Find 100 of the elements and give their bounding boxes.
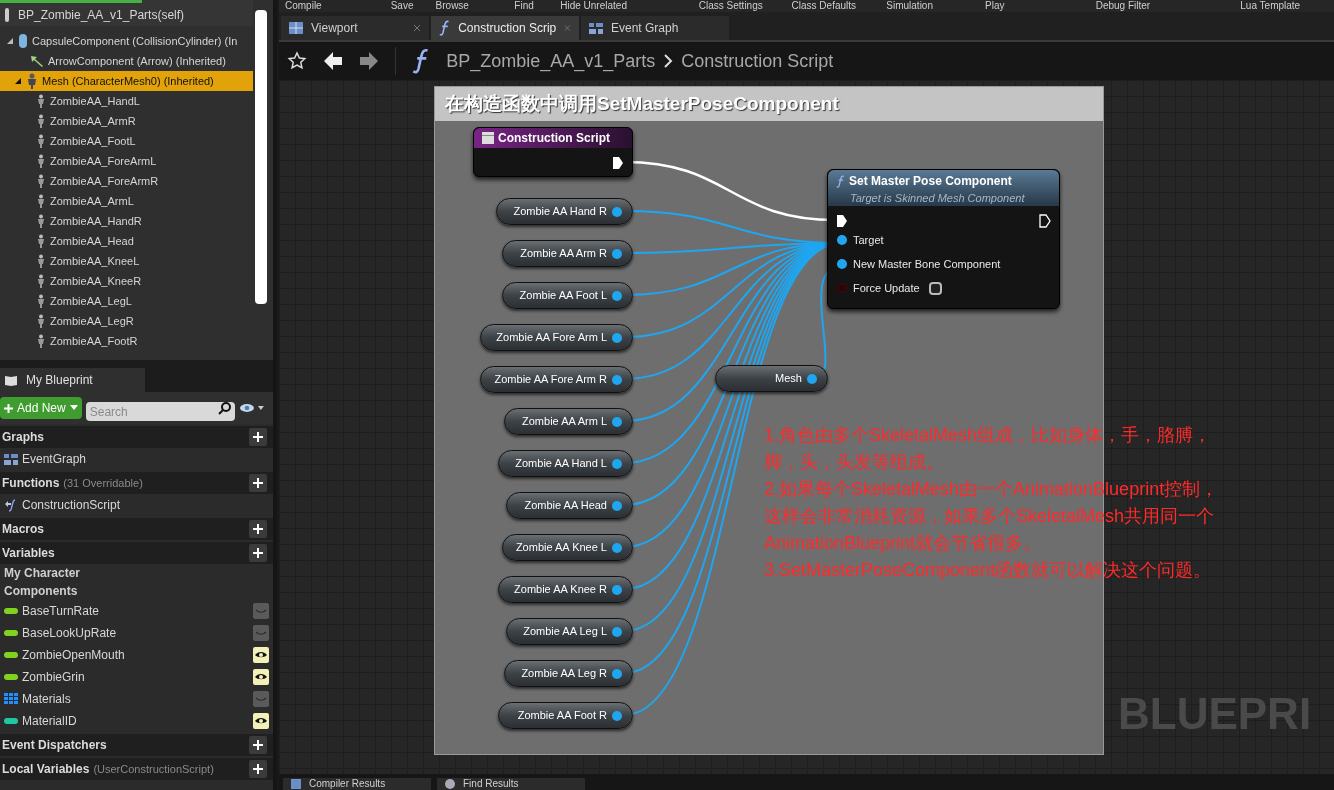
forward-arrow-icon[interactable] bbox=[359, 51, 379, 71]
pin-icon[interactable] bbox=[612, 626, 622, 637]
eye-icon[interactable] bbox=[239, 402, 265, 414]
toolbar-button[interactable]: Play bbox=[979, 1, 1090, 11]
panel-tab[interactable]: Find Results bbox=[437, 778, 585, 790]
toolbar-button[interactable]: Find bbox=[508, 1, 555, 11]
toolbar-button[interactable]: Class Defaults bbox=[785, 1, 881, 11]
section-header[interactable]: Macros bbox=[0, 518, 273, 540]
panel-tab[interactable]: My Blueprint bbox=[0, 368, 145, 392]
section-header[interactable]: Variables bbox=[0, 542, 273, 564]
toolbar-button[interactable]: Debug Filter bbox=[1089, 1, 1235, 11]
graph-canvas[interactable] bbox=[279, 80, 1334, 774]
pin-icon[interactable] bbox=[612, 290, 622, 301]
tree-item[interactable]: ZombieAA_LegL bbox=[0, 291, 253, 311]
expanded-arrow-icon[interactable] bbox=[6, 37, 14, 45]
eye-icon[interactable] bbox=[253, 647, 269, 663]
exec-pin-icon[interactable] bbox=[612, 156, 624, 170]
pin-icon[interactable] bbox=[837, 259, 847, 269]
eye-icon[interactable] bbox=[253, 713, 269, 729]
category-label: My Character bbox=[3, 565, 82, 582]
toolbar-button[interactable]: Browse bbox=[429, 1, 509, 11]
toolbar-button[interactable]: Class Settings bbox=[692, 1, 786, 11]
pin-icon[interactable] bbox=[612, 668, 622, 679]
tree-item[interactable]: ZombieAA_HandR bbox=[0, 211, 253, 231]
variable-item[interactable]: BaseLookUpRate bbox=[0, 622, 273, 644]
variable-node: Mesh bbox=[715, 365, 828, 392]
star-icon[interactable] bbox=[287, 51, 307, 71]
breadcrumb-item[interactable]: Construction Script bbox=[681, 47, 834, 75]
pin-icon[interactable] bbox=[807, 373, 817, 384]
tree-item[interactable]: ZombieAA_FootL bbox=[0, 131, 253, 151]
add-new-button[interactable]: Add New bbox=[0, 397, 82, 419]
graph-icon bbox=[4, 453, 18, 465]
close-icon[interactable] bbox=[413, 24, 421, 32]
plus-icon[interactable] bbox=[249, 520, 267, 538]
pin-icon[interactable] bbox=[612, 542, 622, 553]
capsule-icon bbox=[18, 33, 28, 49]
pin-icon[interactable] bbox=[612, 458, 622, 469]
toolbar-button[interactable]: Lua Template bbox=[1234, 1, 1334, 11]
caret-icon bbox=[69, 405, 78, 411]
section-header[interactable]: Functions (31 Overridable) bbox=[0, 472, 273, 494]
tree-item[interactable]: ZombieAA_ForeArmL bbox=[0, 151, 253, 171]
function-item[interactable]: ConstructionScript bbox=[0, 494, 273, 516]
graph-tab[interactable]: Viewport bbox=[281, 16, 429, 40]
toolbar-button[interactable]: Compile bbox=[279, 1, 385, 11]
variable-item[interactable]: ZombieOpenMouth bbox=[0, 644, 273, 666]
annotation-text: 脚，头，头发等组成。 bbox=[764, 451, 945, 474]
exec-pin-icon[interactable] bbox=[836, 214, 848, 228]
tree-item[interactable]: ZombieAA_KneeR bbox=[0, 271, 253, 291]
variable-node: Zombie AA Foot R bbox=[498, 702, 633, 729]
section-header[interactable]: Local Variables (UserConstructionScript) bbox=[0, 758, 273, 780]
graph-tab[interactable]: Event Graph bbox=[581, 16, 729, 40]
pin-icon[interactable] bbox=[612, 500, 622, 511]
breadcrumb-item[interactable]: BP_Zombie_AA_v1_Parts bbox=[446, 47, 656, 75]
variable-item[interactable]: BaseTurnRate bbox=[0, 600, 273, 622]
plus-icon[interactable] bbox=[249, 428, 267, 446]
pin-icon[interactable] bbox=[612, 248, 622, 259]
pin-icon[interactable] bbox=[612, 332, 622, 343]
tree-item[interactable]: CapsuleComponent (CollisionCylinder) (In bbox=[0, 31, 253, 51]
section-header[interactable]: Graphs bbox=[0, 426, 273, 448]
plus-icon[interactable] bbox=[249, 544, 267, 562]
tree-item[interactable]: ZombieAA_ArmL bbox=[0, 191, 253, 211]
pin-icon[interactable] bbox=[612, 710, 622, 721]
tree-item[interactable]: ZombieAA_KneeL bbox=[0, 251, 253, 271]
search-field[interactable]: Search bbox=[85, 402, 236, 421]
graph-tab[interactable]: Construction Scrip bbox=[431, 16, 579, 40]
tree-item[interactable]: Mesh (CharacterMesh0) (Inherited) bbox=[0, 71, 253, 91]
variable-item[interactable]: Materials bbox=[0, 688, 273, 710]
eye-icon[interactable] bbox=[253, 669, 269, 685]
tree-item[interactable]: ZombieAA_LegR bbox=[0, 311, 253, 331]
pin-icon[interactable] bbox=[612, 206, 622, 217]
variable-item[interactable]: MaterialID bbox=[0, 710, 273, 732]
tree-item[interactable]: ZombieAA_ArmR bbox=[0, 111, 253, 131]
tree-item[interactable]: ZombieAA_Head bbox=[0, 231, 253, 251]
pin-icon[interactable] bbox=[612, 416, 622, 427]
pin-icon[interactable] bbox=[612, 374, 622, 385]
plus-icon[interactable] bbox=[249, 736, 267, 754]
expanded-arrow-icon[interactable] bbox=[14, 77, 22, 85]
graph-item[interactable]: EventGraph bbox=[0, 448, 273, 470]
plus-icon[interactable] bbox=[249, 760, 267, 778]
toolbar-button[interactable]: Simulation bbox=[880, 1, 979, 11]
section-header[interactable]: Event Dispatchers bbox=[0, 734, 273, 756]
pin-label: New Master Bone Component bbox=[853, 256, 1001, 272]
pin-icon[interactable] bbox=[612, 584, 622, 595]
variable-node: Zombie AA Arm L bbox=[504, 408, 633, 435]
scrollbar[interactable] bbox=[255, 10, 267, 304]
tree-item[interactable]: ArrowComponent (Arrow) (Inherited) bbox=[0, 51, 253, 71]
graph-icon bbox=[589, 22, 603, 34]
panel-tab[interactable]: Compiler Results bbox=[283, 778, 431, 790]
tree-item[interactable]: ZombieAA_HandL bbox=[0, 91, 253, 111]
plus-icon bbox=[4, 403, 13, 413]
checkbox[interactable] bbox=[928, 281, 942, 295]
plus-icon[interactable] bbox=[249, 474, 267, 492]
back-arrow-icon[interactable] bbox=[323, 51, 343, 71]
pin-icon[interactable] bbox=[837, 235, 847, 245]
tree-item[interactable]: ZombieAA_FootR bbox=[0, 331, 253, 351]
exec-pin-icon[interactable] bbox=[1039, 214, 1051, 228]
toolbar-button[interactable]: Save bbox=[384, 1, 430, 11]
tree-item[interactable]: ZombieAA_ForeArmR bbox=[0, 171, 253, 191]
toolbar-button[interactable]: Hide Unrelated bbox=[554, 1, 693, 11]
variable-item[interactable]: ZombieGrin bbox=[0, 666, 273, 688]
